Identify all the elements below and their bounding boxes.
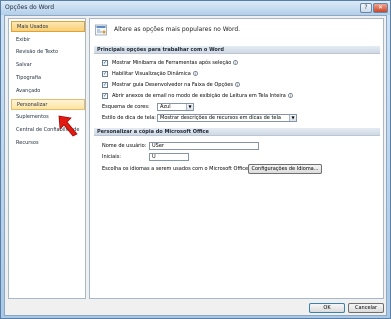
checkbox-checked-icon[interactable]: ✓ bbox=[102, 92, 108, 99]
checkbox-checked-icon[interactable]: ✓ bbox=[102, 70, 108, 77]
checkbox-checked-icon[interactable]: ✓ bbox=[102, 81, 108, 88]
close-button[interactable]: ✕ bbox=[373, 3, 388, 13]
option-label: Mostrar Minibarra de Ferramentas após se… bbox=[112, 60, 232, 66]
color-scheme-value: Azul bbox=[160, 104, 171, 110]
initials-field[interactable]: U bbox=[149, 153, 189, 161]
info-icon: i bbox=[192, 71, 198, 76]
section-personalizar-copia: Personalizar a cópia do Microsoft Office bbox=[94, 128, 380, 136]
tooltip-style-label: Estilo de dica de tela: bbox=[102, 115, 156, 121]
option-label: Habilitar Visualização Dinâmica bbox=[112, 71, 191, 77]
option-label: Abrir anexos de email no modo de exibiçã… bbox=[112, 93, 286, 99]
username-label: Nome de usuário: bbox=[102, 143, 147, 149]
window-title: Opções do Word bbox=[5, 4, 55, 11]
tooltip-style-select[interactable]: Mostrar descrições de recursos em dicas … bbox=[157, 114, 297, 122]
sidebar-item-recursos[interactable]: Recursos bbox=[11, 138, 85, 149]
title-bar: Opções do Word ? ✕ bbox=[1, 1, 390, 15]
chevron-down-icon: ▼ bbox=[186, 104, 193, 110]
cancel-button[interactable]: Cancelar bbox=[348, 303, 384, 313]
sidebar-item-exibir[interactable]: Exibir bbox=[11, 35, 85, 46]
sidebar-item-avancado[interactable]: Avançado bbox=[11, 86, 85, 97]
option-full-screen-reading[interactable]: ✓ Abrir anexos de email no modo de exibiç… bbox=[102, 92, 293, 100]
option-label: Mostrar guia Desenvolvedor na Faixa de O… bbox=[112, 82, 233, 88]
section-principais-opcoes: Principais opções para trabalhar com o W… bbox=[94, 46, 380, 54]
chevron-down-icon: ▼ bbox=[289, 115, 296, 121]
option-developer-tab[interactable]: ✓ Mostrar guia Desenvolvedor na Faixa de … bbox=[102, 81, 240, 89]
help-button[interactable]: ? bbox=[360, 3, 372, 13]
username-field[interactable]: USer bbox=[149, 142, 259, 150]
color-scheme-select[interactable]: Azul ▼ bbox=[157, 103, 194, 111]
color-scheme-label: Esquema de cores: bbox=[102, 104, 150, 110]
panel-header-text: Altere as opções mais populares no Word. bbox=[114, 26, 241, 33]
info-icon: i bbox=[233, 60, 239, 65]
language-label: Escolha os idiomas a serem usados com o … bbox=[102, 166, 250, 172]
checkbox-checked-icon[interactable]: ✓ bbox=[102, 59, 108, 66]
option-live-preview[interactable]: ✓ Habilitar Visualização Dinâmica i bbox=[102, 70, 198, 78]
option-mini-toolbar[interactable]: ✓ Mostrar Minibarra de Ferramentas após s… bbox=[102, 59, 239, 67]
options-icon bbox=[95, 24, 107, 36]
red-arrow-annotation bbox=[58, 115, 78, 137]
word-options-window: Opções do Word ? ✕ Mais Usados Exibir Re… bbox=[0, 0, 391, 319]
sidebar-item-personalizar[interactable]: Personalizar bbox=[11, 99, 85, 110]
options-sidebar: Mais Usados Exibir Revisão de Texto Salv… bbox=[8, 18, 86, 299]
sidebar-item-revisao-de-texto[interactable]: Revisão de Texto bbox=[11, 47, 85, 58]
options-main-panel: Altere as opções mais populares no Word.… bbox=[89, 18, 384, 299]
initials-label: Iniciais: bbox=[102, 154, 121, 160]
info-icon: i bbox=[287, 93, 293, 98]
language-settings-button[interactable]: Configurações de Idioma... bbox=[248, 164, 322, 174]
sidebar-item-tipografia[interactable]: Tipografia bbox=[11, 73, 85, 84]
ok-button[interactable]: OK bbox=[309, 303, 345, 313]
sidebar-item-salvar[interactable]: Salvar bbox=[11, 60, 85, 71]
panel-header: Altere as opções mais populares no Word. bbox=[90, 19, 383, 41]
tooltip-style-value: Mostrar descrições de recursos em dicas … bbox=[160, 115, 281, 121]
dialog-client-area: Mais Usados Exibir Revisão de Texto Salv… bbox=[4, 15, 387, 316]
info-icon: i bbox=[234, 82, 240, 87]
sidebar-item-mais-usados[interactable]: Mais Usados bbox=[11, 21, 85, 32]
